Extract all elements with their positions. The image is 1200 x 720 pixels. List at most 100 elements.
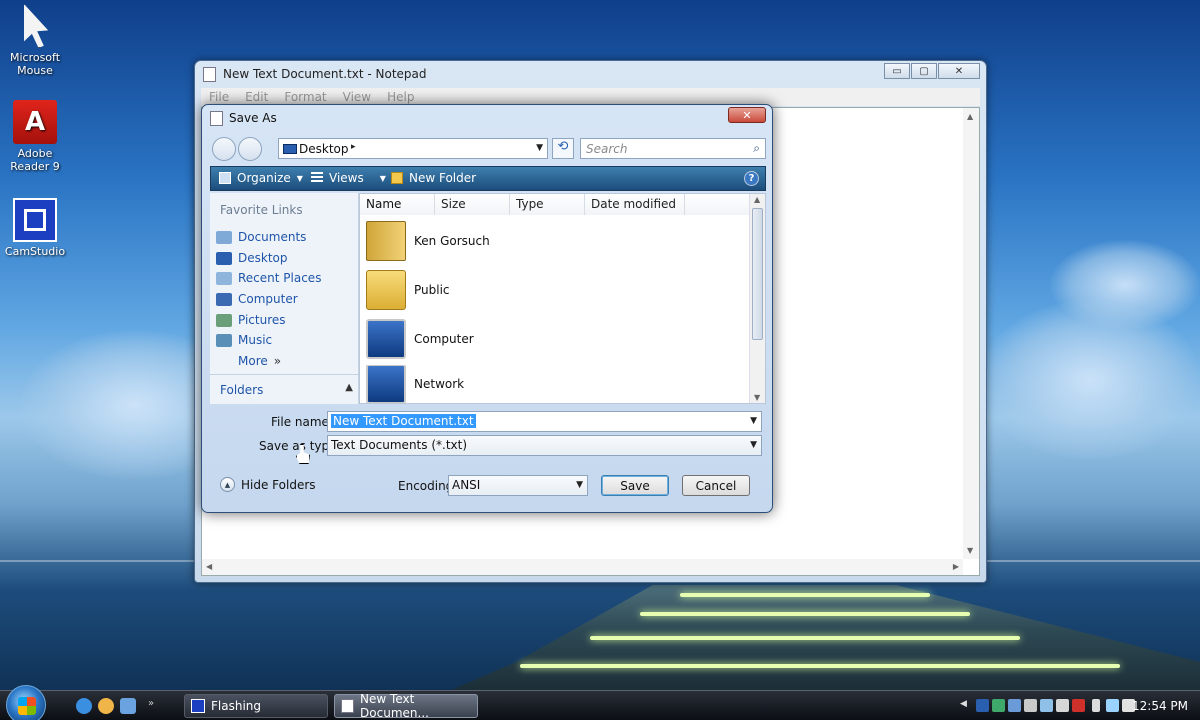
menu-file[interactable]: File bbox=[209, 90, 229, 104]
computer-icon bbox=[216, 292, 232, 306]
gmail-icon[interactable] bbox=[1072, 699, 1085, 712]
clock[interactable]: 12:54 PM bbox=[1132, 699, 1188, 713]
desktop-icon-camstudio[interactable]: CamStudio bbox=[0, 198, 70, 258]
scroll-right-icon[interactable]: ▶ bbox=[953, 562, 959, 571]
sidebar-item-more[interactable]: More » bbox=[238, 352, 281, 370]
views-button[interactable]: Views ▼ bbox=[311, 171, 386, 185]
computer-icon bbox=[366, 319, 406, 359]
tray-app-icon[interactable] bbox=[1040, 699, 1053, 712]
sidebar-item-pictures[interactable]: Pictures bbox=[216, 311, 286, 329]
pictures-icon bbox=[216, 313, 232, 327]
search-icon[interactable]: ⌕ bbox=[753, 141, 760, 156]
close-button[interactable]: ✕ bbox=[938, 63, 980, 79]
chevron-down-icon[interactable]: ▼ bbox=[576, 480, 583, 490]
desktop-icon-label: Reader 9 bbox=[10, 160, 60, 173]
dialog-icon bbox=[210, 111, 223, 126]
pier-light bbox=[520, 664, 1120, 668]
taskbar-item-flashing[interactable]: Flashing bbox=[184, 694, 328, 718]
tray-app-icon[interactable] bbox=[1056, 699, 1069, 712]
user-folder-icon bbox=[366, 221, 406, 261]
cloud bbox=[1050, 240, 1200, 330]
menu-help[interactable]: Help bbox=[387, 90, 414, 104]
chevron-down-icon: ▼ bbox=[296, 173, 303, 183]
scroll-up-icon[interactable]: ▲ bbox=[754, 195, 760, 204]
sidebar-item-computer[interactable]: Computer bbox=[216, 290, 298, 308]
menu-view[interactable]: View bbox=[343, 90, 371, 104]
file-list-scrollbar[interactable]: ▲ ▼ bbox=[749, 194, 765, 403]
maximize-button[interactable]: ▢ bbox=[911, 63, 937, 79]
horizontal-scrollbar[interactable]: ◀ ▶ bbox=[202, 559, 963, 575]
chevron-down-icon[interactable]: ▼ bbox=[750, 416, 757, 426]
address-bar[interactable]: Desktop ▸ ▼ bbox=[278, 138, 548, 159]
column-header-type[interactable]: Type bbox=[510, 194, 585, 215]
hide-folders-button[interactable]: ▲ Hide Folders bbox=[220, 477, 316, 492]
list-item[interactable]: Computer bbox=[366, 316, 474, 362]
pier-light bbox=[590, 636, 1020, 640]
save-as-type-select[interactable]: Text Documents (*.txt) ▼ bbox=[327, 435, 762, 456]
column-header-date-modified[interactable]: Date modified bbox=[585, 194, 685, 215]
column-header-size[interactable]: Size bbox=[435, 194, 510, 215]
scrollbar-thumb[interactable] bbox=[752, 208, 763, 340]
camstudio-icon bbox=[13, 198, 57, 242]
tray-app-icon[interactable] bbox=[1008, 699, 1021, 712]
list-item[interactable]: Network bbox=[366, 365, 464, 403]
help-icon[interactable]: ? bbox=[744, 171, 759, 186]
folders-toggle[interactable]: Folders ▲ bbox=[210, 374, 359, 404]
tray-app-icon[interactable] bbox=[992, 699, 1005, 712]
quick-launch-expand-icon[interactable]: » bbox=[148, 698, 156, 714]
sidebar-item-music[interactable]: Music bbox=[216, 331, 272, 349]
desktop-icon-microsoft-mouse[interactable]: Microsoft Mouse bbox=[0, 4, 70, 77]
scroll-up-icon[interactable]: ▲ bbox=[967, 112, 973, 121]
menu-edit[interactable]: Edit bbox=[245, 90, 268, 104]
dialog-close-button[interactable]: ✕ bbox=[728, 107, 766, 123]
mail-icon[interactable] bbox=[98, 698, 114, 714]
chevron-down-icon[interactable]: ▼ bbox=[536, 143, 543, 153]
scroll-left-icon[interactable]: ◀ bbox=[206, 562, 212, 571]
new-folder-button[interactable]: New Folder bbox=[391, 171, 476, 185]
back-button[interactable] bbox=[212, 137, 236, 161]
chevron-down-icon[interactable]: ▼ bbox=[750, 440, 757, 450]
sidebar-item-desktop[interactable]: Desktop bbox=[216, 249, 288, 267]
notepad-icon bbox=[341, 699, 355, 713]
taskbar-item-label: New Text Documen... bbox=[360, 692, 429, 720]
desktop-icon-adobe-reader[interactable]: A Adobe Reader 9 bbox=[0, 100, 70, 173]
sidebar-item-documents[interactable]: Documents bbox=[216, 228, 306, 246]
scroll-down-icon[interactable]: ▼ bbox=[967, 546, 973, 555]
column-header-name[interactable]: Name bbox=[360, 194, 435, 215]
internet-explorer-icon[interactable] bbox=[76, 698, 92, 714]
tray-app-icon[interactable] bbox=[1024, 699, 1037, 712]
save-button[interactable]: Save bbox=[601, 475, 669, 496]
taskbar-item-notepad[interactable]: New Text Documen... bbox=[334, 692, 478, 720]
sidebar-item-label: Recent Places bbox=[238, 271, 322, 285]
new-folder-label: New Folder bbox=[409, 171, 477, 185]
sidebar-item-label: Desktop bbox=[238, 251, 288, 265]
minimize-button[interactable]: ▭ bbox=[884, 63, 910, 79]
taskbar: » Flashing New Text Documen... ◀ 12:54 P… bbox=[0, 685, 1200, 720]
encoding-select[interactable]: ANSI ▼ bbox=[448, 475, 588, 496]
refresh-button[interactable]: ⟲ bbox=[552, 138, 574, 159]
list-item[interactable]: Ken Gorsuch bbox=[366, 218, 490, 264]
breadcrumb[interactable]: Desktop bbox=[299, 142, 349, 156]
file-name-field[interactable]: New Text Document.txt ▼ bbox=[327, 411, 762, 432]
vertical-scrollbar[interactable]: ▲ ▼ bbox=[963, 108, 979, 559]
forward-button[interactable] bbox=[238, 137, 262, 161]
show-desktop-icon[interactable] bbox=[120, 698, 136, 714]
sidebar-item-recent-places[interactable]: Recent Places bbox=[216, 269, 321, 287]
menu-format[interactable]: Format bbox=[284, 90, 326, 104]
battery-icon[interactable] bbox=[1092, 699, 1100, 712]
pier-light bbox=[680, 593, 930, 597]
list-item[interactable]: Public bbox=[366, 267, 450, 313]
scroll-down-icon[interactable]: ▼ bbox=[754, 393, 760, 402]
organize-label: Organize bbox=[237, 171, 291, 185]
start-button[interactable] bbox=[6, 685, 46, 720]
tray-app-icon[interactable] bbox=[976, 699, 989, 712]
organize-button[interactable]: Organize ▼ bbox=[219, 171, 303, 185]
chevron-up-icon: ▲ bbox=[345, 382, 353, 393]
breadcrumb-arrow-icon[interactable]: ▸ bbox=[351, 142, 356, 152]
cancel-button[interactable]: Cancel bbox=[682, 475, 750, 496]
network-status-icon[interactable] bbox=[1106, 699, 1119, 712]
tray-expand-icon[interactable]: ◀ bbox=[960, 699, 970, 712]
pier-image bbox=[440, 585, 1200, 695]
chevron-up-icon: ▲ bbox=[220, 477, 235, 492]
search-input[interactable]: Search ⌕ bbox=[580, 138, 766, 159]
